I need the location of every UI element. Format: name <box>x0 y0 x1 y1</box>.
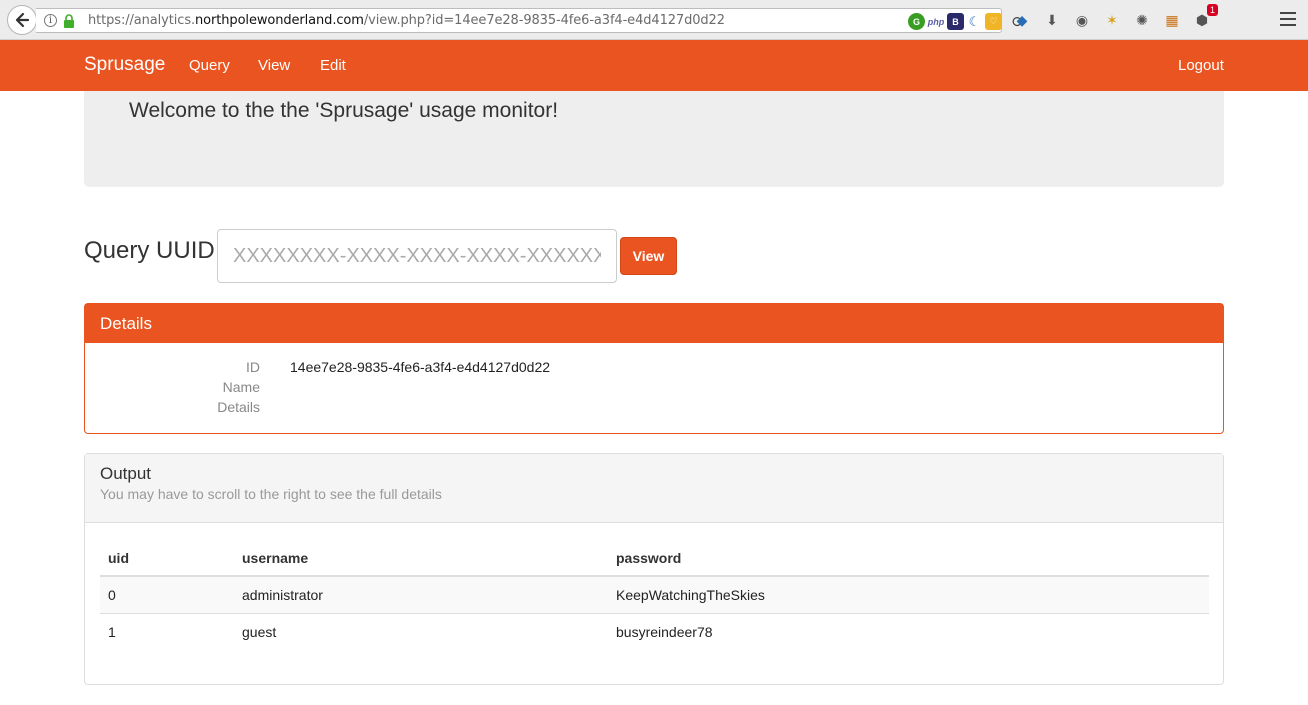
output-panel: Output You may have to scroll to the rig… <box>84 453 1224 685</box>
navbar: Sprusage Query View Edit Logout <box>0 40 1308 91</box>
detail-value-id: 14ee7e28-9835-4fe6-a3f4-e4d4127d0d22 <box>290 359 551 375</box>
welcome-message: Welcome to the the 'Sprusage' usage moni… <box>129 99 559 122</box>
details-panel: Details ID 14ee7e28-9835-4fe6-a3f4-e4d41… <box>84 303 1224 434</box>
palette-icon[interactable]: ✺ <box>1132 10 1152 30</box>
detail-label-id: ID <box>246 359 260 375</box>
toolbar-icons: ◆ ⬇ ◉ ✶ ✺ ▦ ⬢ 1 <box>1012 4 1218 32</box>
nav-edit[interactable]: Edit <box>320 57 346 74</box>
cell-uid: 0 <box>100 576 234 614</box>
shield-extension-icon[interactable]: ♡ <box>985 13 1002 30</box>
notification-badge: 1 <box>1206 4 1218 16</box>
php-icon[interactable]: php <box>927 13 945 30</box>
back-button[interactable] <box>7 5 37 35</box>
details-heading: Details <box>85 304 1223 343</box>
extension-icons: G php B ☾ ♡ <box>908 13 1002 30</box>
nav-view[interactable]: View <box>258 57 290 74</box>
column-header-uid: uid <box>100 540 234 577</box>
view-button[interactable]: View <box>620 237 677 275</box>
table-row: 0 administrator KeepWatchingTheSkies <box>100 576 1209 614</box>
detail-label-name: Name <box>222 379 260 395</box>
output-subtitle: You may have to scroll to the right to s… <box>100 486 442 502</box>
output-heading: Output You may have to scroll to the rig… <box>85 454 1223 523</box>
cell-uid: 1 <box>108 623 116 640</box>
url-bar[interactable]: i https://analytics.northpolewonderland.… <box>36 8 1025 33</box>
output-title: Output <box>100 464 152 483</box>
cell-password: busyreindeer78 <box>616 623 713 640</box>
uuid-input[interactable] <box>217 229 617 283</box>
welcome-jumbotron: Welcome to the the 'Sprusage' usage moni… <box>84 91 1224 187</box>
column-header-password: password <box>608 540 1209 577</box>
info-icon[interactable]: i <box>44 14 57 27</box>
table-row: 1 guest busyreindeer78 <box>100 613 1209 650</box>
moon-extension-icon[interactable]: ☾ <box>966 13 983 30</box>
brand-link[interactable]: Sprusage <box>84 54 165 76</box>
wallet-icon[interactable]: ▦ <box>1162 10 1182 30</box>
b-extension-icon[interactable]: B <box>947 13 964 30</box>
bee-icon[interactable]: ✶ <box>1102 10 1122 30</box>
table-header-row: uid username password <box>100 540 1209 577</box>
addon-icon[interactable]: ⬢ 1 <box>1192 4 1218 30</box>
menu-icon[interactable] <box>1280 12 1296 26</box>
browser-toolbar: i https://analytics.northpolewonderland.… <box>0 0 1308 40</box>
grammarly-icon[interactable]: G <box>908 13 925 30</box>
pocket-icon[interactable]: ◆ <box>1012 10 1032 30</box>
cell-username: administrator <box>234 576 608 614</box>
cell-username: guest <box>242 623 277 640</box>
logout-link[interactable]: Logout <box>1178 57 1224 74</box>
back-arrow-icon <box>15 12 30 28</box>
detail-label-details: Details <box>217 399 260 415</box>
nav-query[interactable]: Query <box>189 57 230 74</box>
query-uuid-label: Query UUID <box>84 237 215 264</box>
cell-password: KeepWatchingTheSkies <box>608 576 1209 614</box>
output-table: uid username password 0 administrator Ke… <box>100 540 1209 650</box>
download-icon[interactable]: ⬇ <box>1042 10 1062 30</box>
url-text: https://analytics.northpolewonderland.co… <box>88 13 725 28</box>
column-header-username: username <box>234 540 608 577</box>
lock-icon[interactable] <box>63 14 75 28</box>
globe-icon[interactable]: ◉ <box>1072 10 1092 30</box>
